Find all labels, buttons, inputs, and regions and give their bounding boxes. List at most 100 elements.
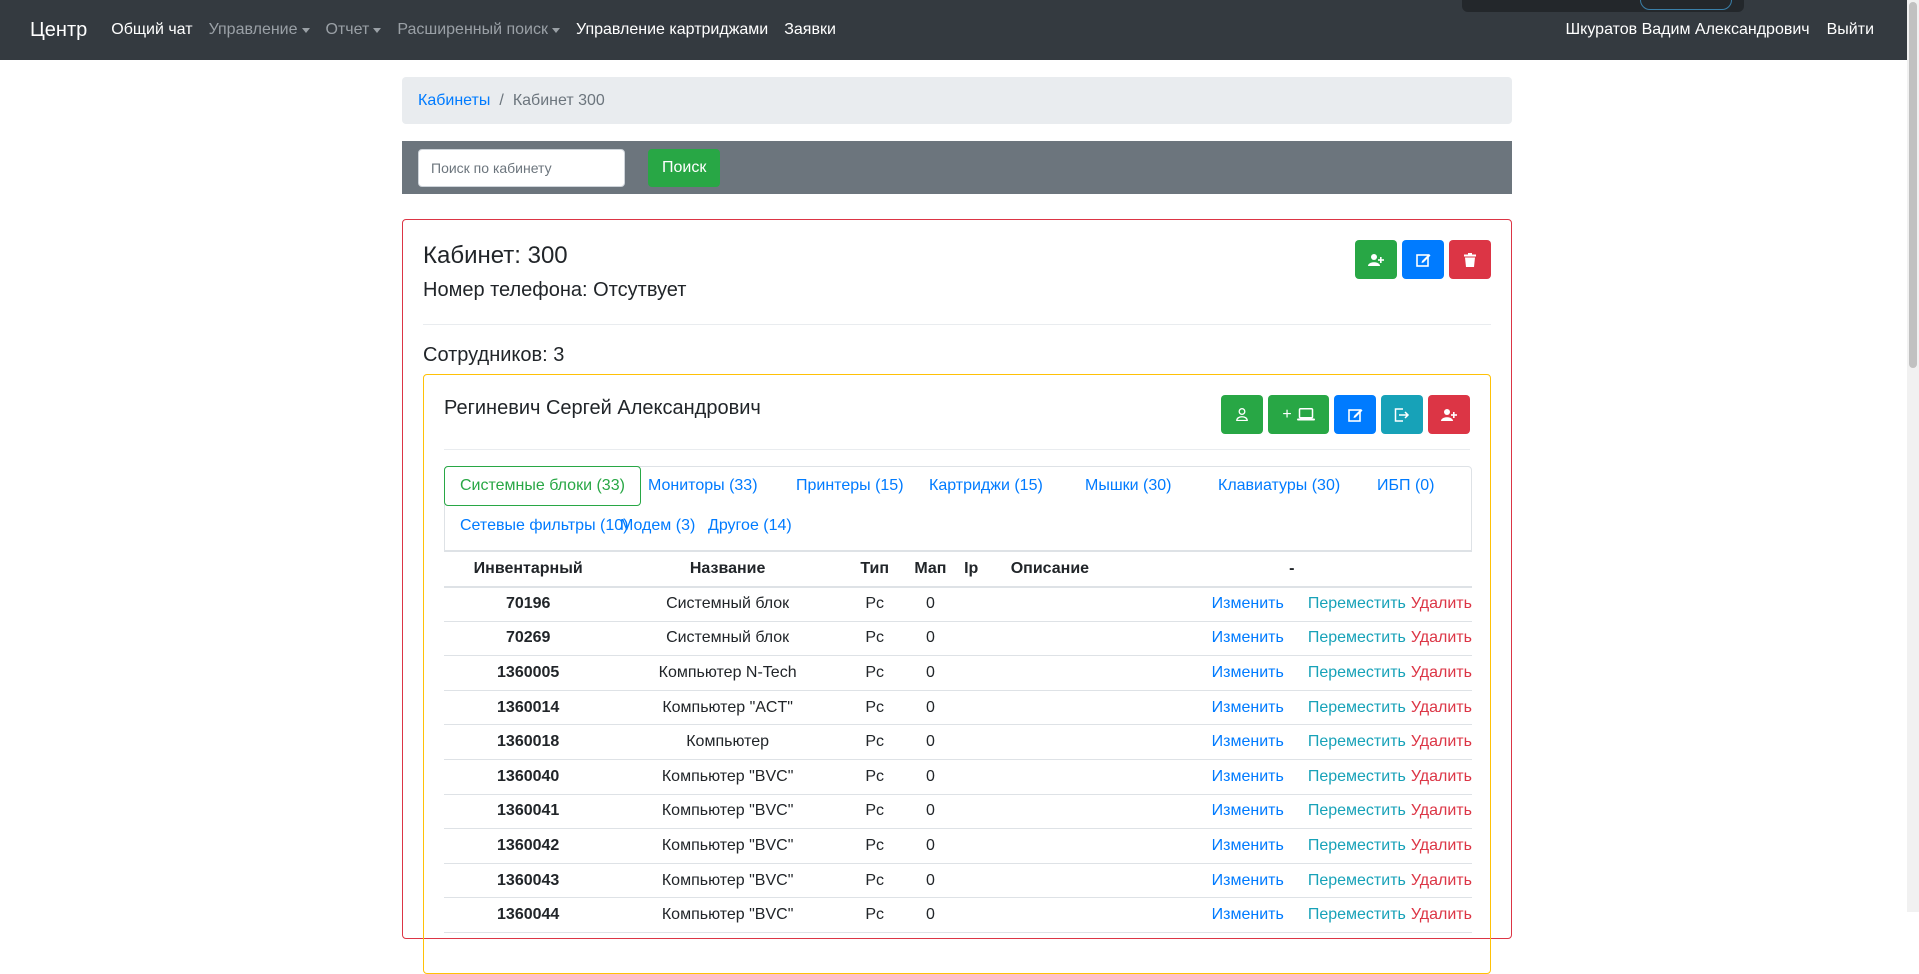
edit-link[interactable]: Изменить <box>1212 837 1284 854</box>
breadcrumb-cabinets-link[interactable]: Кабинеты <box>418 92 490 110</box>
edit-link[interactable]: Изменить <box>1212 595 1284 612</box>
col-header-name: Название <box>612 551 843 588</box>
nav-dropdown-advanced-search[interactable]: Расширенный поиск <box>397 21 560 39</box>
cell-ip <box>954 863 989 899</box>
edit-link[interactable]: Изменить <box>1212 906 1284 923</box>
table-row: 1360014 Компьютер "ACT" Pc 0 Изменить Перемес… <box>444 690 1472 726</box>
move-link[interactable]: Переместить <box>1308 699 1406 716</box>
cell-ip <box>954 586 989 622</box>
table-row: 70196 Системный блок Pc 0 Изменить Переместит… <box>444 586 1472 622</box>
brand-logo[interactable]: Центр <box>30 19 87 42</box>
delete-link[interactable]: Удалить <box>1411 629 1472 646</box>
nav-link-requests[interactable]: Заявки <box>784 21 836 39</box>
edit-link[interactable]: Изменить <box>1212 802 1284 819</box>
table-header-row: Инвентарный Название Тип Мап Ip Описание… <box>444 551 1472 588</box>
laptop-icon <box>1296 408 1315 421</box>
cell-type: Pc <box>842 690 907 726</box>
move-link[interactable]: Переместить <box>1308 906 1406 923</box>
edit-link[interactable]: Изменить <box>1212 733 1284 750</box>
cell-actions: Изменить Переместить Удалить <box>1111 897 1472 933</box>
tab-printers[interactable]: Принтеры (15) <box>781 467 919 507</box>
remove-employee-button[interactable] <box>1428 395 1470 434</box>
col-header-description: Описание <box>988 551 1112 588</box>
cell-ip <box>954 897 989 933</box>
move-employee-button[interactable] <box>1381 395 1423 434</box>
edit-link[interactable]: Изменить <box>1212 699 1284 716</box>
move-link[interactable]: Переместить <box>1308 837 1406 854</box>
cabinet-search-input[interactable] <box>418 148 625 187</box>
move-link[interactable]: Переместить <box>1308 768 1406 785</box>
delete-link[interactable]: Удалить <box>1411 837 1472 854</box>
tab-system-units[interactable]: Системные блоки (33) <box>444 466 641 506</box>
cell-map: 0 <box>906 794 955 830</box>
delete-link[interactable]: Удалить <box>1411 664 1472 681</box>
edit-link[interactable]: Изменить <box>1212 768 1284 785</box>
delete-link[interactable]: Удалить <box>1411 768 1472 785</box>
delete-link[interactable]: Удалить <box>1411 802 1472 819</box>
edit-cabinet-button[interactable] <box>1402 240 1444 279</box>
table-row: 1360042 Компьютер "BVC" Pc 0 Изменить Перемес… <box>444 828 1472 864</box>
nav-dropdown-management[interactable]: Управление <box>209 21 310 39</box>
cell-inventory: 1360041 <box>444 794 613 830</box>
cell-name: Компьютер "ACT" <box>612 690 843 726</box>
search-bar: Поиск <box>402 141 1512 194</box>
nav-link-cartridges[interactable]: Управление картриджами <box>576 21 768 39</box>
search-button[interactable]: Поиск <box>648 148 721 187</box>
cell-inventory: 70269 <box>444 621 613 657</box>
move-link[interactable]: Переместить <box>1308 629 1406 646</box>
cell-name: Системный блок <box>612 586 843 622</box>
delete-cabinet-button[interactable] <box>1449 240 1491 279</box>
cell-ip <box>954 794 989 830</box>
cell-name: Компьютер "BVC" <box>612 863 843 899</box>
add-employee-button[interactable] <box>1355 240 1397 279</box>
delete-link[interactable]: Удалить <box>1411 733 1472 750</box>
tab-cartridges[interactable]: Картриджи (15) <box>914 467 1058 507</box>
page-scrollbar[interactable] <box>1907 0 1919 912</box>
scrollbar-thumb[interactable] <box>1909 2 1917 368</box>
table-row: 1360044 Компьютер "BVC" Pc 0 Изменить Перемес… <box>444 897 1472 933</box>
logout-link[interactable]: Выйти <box>1827 21 1874 39</box>
move-link[interactable]: Переместить <box>1308 733 1406 750</box>
tab-mice[interactable]: Мышки (30) <box>1070 467 1187 507</box>
move-link[interactable]: Переместить <box>1308 595 1406 612</box>
add-computer-button[interactable]: + <box>1268 395 1329 434</box>
cell-actions: Изменить Переместить Удалить <box>1111 586 1472 622</box>
move-link[interactable]: Переместить <box>1308 872 1406 889</box>
table-row: 1360041 Компьютер "BVC" Pc 0 Изменить Перемес… <box>444 794 1472 830</box>
tab-monitors[interactable]: Мониторы (33) <box>633 467 773 507</box>
user-icon <box>1236 408 1248 421</box>
tab-other[interactable]: Другое (14) <box>693 507 807 547</box>
cell-name: Компьютер N-Tech <box>612 655 843 691</box>
edit-link[interactable]: Изменить <box>1212 872 1284 889</box>
tab-ups[interactable]: ИБП (0) <box>1362 467 1450 507</box>
cell-actions: Изменить Переместить Удалить <box>1111 724 1472 760</box>
user-profile-link[interactable]: Шкуратов Вадим Александрович <box>1566 21 1810 39</box>
table-row: 70269 Системный блок Pc 0 Изменить Переместит… <box>444 621 1472 657</box>
cell-actions: Изменить Переместить Удалить <box>1111 794 1472 830</box>
cell-inventory: 1360040 <box>444 759 613 795</box>
cell-name: Компьютер "BVC" <box>612 897 843 933</box>
divider <box>444 449 1470 450</box>
delete-link[interactable]: Удалить <box>1411 872 1472 889</box>
table-row: 1360018 Компьютер Pc 0 Изменить Переместить Уд… <box>444 724 1472 760</box>
move-link[interactable]: Переместить <box>1308 664 1406 681</box>
edit-employee-button[interactable] <box>1334 395 1376 434</box>
delete-link[interactable]: Удалить <box>1411 595 1472 612</box>
cell-ip <box>954 724 989 760</box>
col-header-map: Мап <box>906 551 955 588</box>
cell-type: Pc <box>842 621 907 657</box>
edit-link[interactable]: Изменить <box>1212 664 1284 681</box>
nav-dropdown-report[interactable]: Отчет <box>326 21 382 39</box>
col-header-type: Тип <box>842 551 907 588</box>
edit-icon <box>1415 254 1430 267</box>
employee-profile-button[interactable] <box>1221 395 1263 434</box>
move-link[interactable]: Переместить <box>1308 802 1406 819</box>
tab-keyboards[interactable]: Клавиатуры (30) <box>1203 467 1355 507</box>
edit-link[interactable]: Изменить <box>1212 629 1284 646</box>
nav-link-chat[interactable]: Общий чат <box>111 21 192 39</box>
cell-map: 0 <box>906 759 955 795</box>
delete-link[interactable]: Удалить <box>1411 906 1472 923</box>
cell-map: 0 <box>906 586 955 622</box>
delete-link[interactable]: Удалить <box>1411 699 1472 716</box>
cell-map: 0 <box>906 621 955 657</box>
